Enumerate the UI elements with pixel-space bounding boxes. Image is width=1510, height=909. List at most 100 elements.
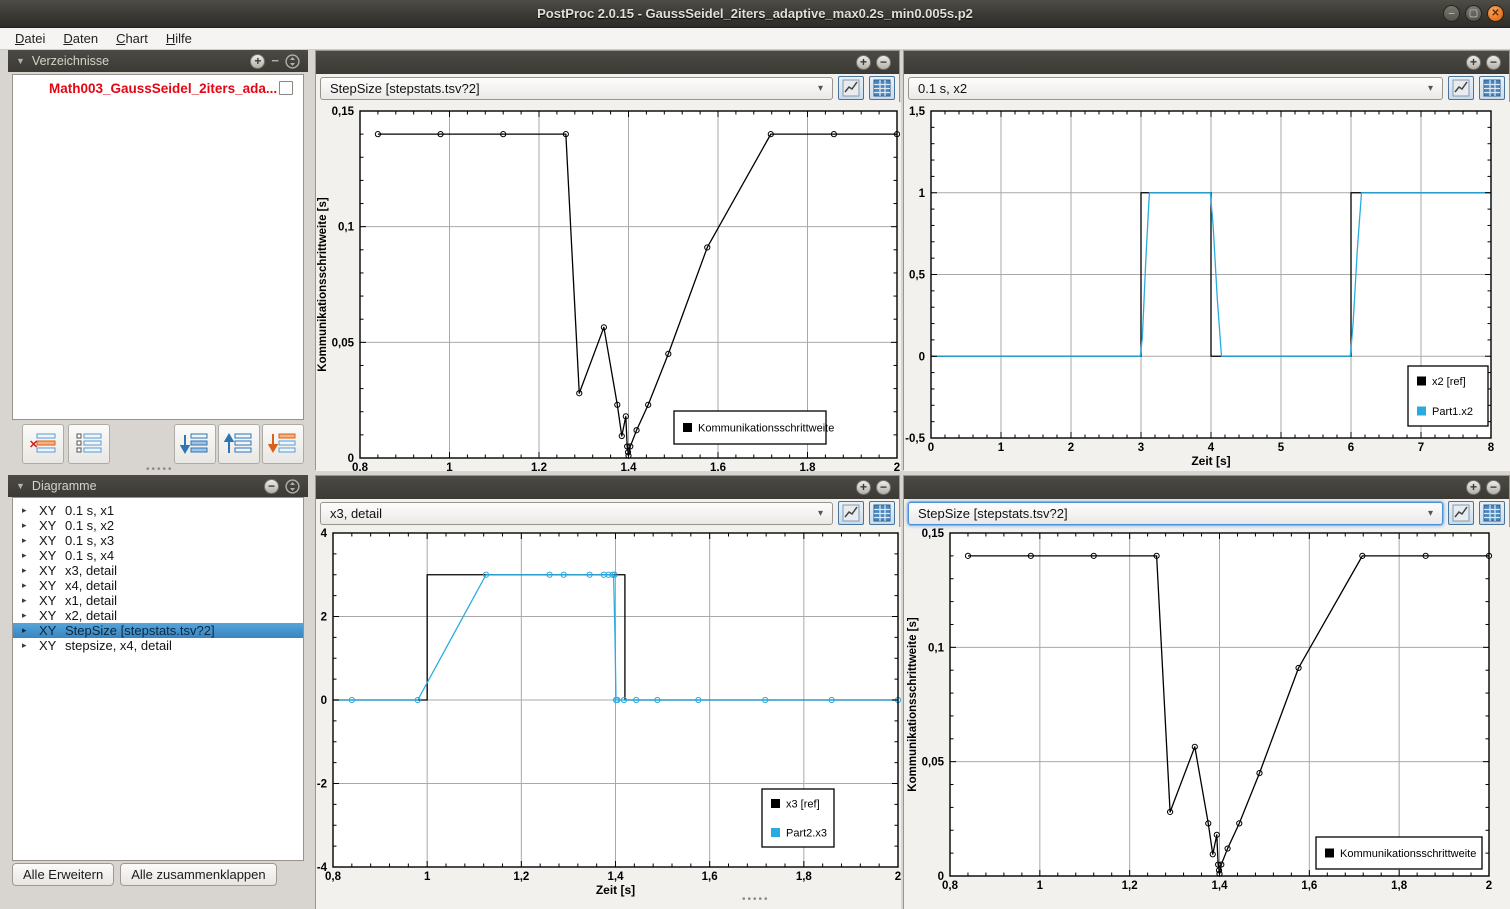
tree-expand-icon[interactable]: ▸	[13, 595, 27, 606]
panel-detach-button[interactable]	[285, 53, 300, 69]
remove-chart-button[interactable]: −	[876, 55, 891, 70]
chart-selector-dropdown[interactable]: x3, detail ▾	[320, 501, 833, 525]
close-button[interactable]: ✕	[1487, 5, 1504, 22]
svg-text:Zeit [s]: Zeit [s]	[596, 883, 635, 897]
diagram-row[interactable]: ▸ XY 0.1 s, x4	[13, 548, 303, 563]
diagram-row[interactable]: ▸ XY 0.1 s, x2	[13, 518, 303, 533]
svg-text:0,5: 0,5	[909, 270, 926, 282]
add-chart-button[interactable]: +	[1466, 480, 1481, 495]
plot-x3[interactable]: 0,8 1 1,2 1,4 1,6 1,8 2 -4 -2 0 2 4 Zeit [s] x3 [ref]…	[316, 527, 901, 909]
svg-text:7: 7	[1418, 442, 1424, 454]
chart-selector-dropdown[interactable]: StepSize [stepstats.tsv?2] ▾	[908, 501, 1443, 525]
svg-text:Kommunikationsschrittweite: Kommunikationsschrittweite	[1340, 848, 1476, 860]
tree-expand-icon[interactable]: ▸	[13, 550, 27, 561]
diagram-row[interactable]: ▸ XY stepsize, x4, detail	[13, 638, 303, 653]
diagram-type: XY	[39, 638, 57, 653]
chart-selector-dropdown[interactable]: 0.1 s, x2 ▾	[908, 76, 1443, 100]
diagram-row[interactable]: ▸ XY x2, detail	[13, 608, 303, 623]
svg-text:1: 1	[998, 442, 1005, 454]
chart-selector-value: 0.1 s, x2	[918, 80, 968, 96]
svg-text:1: 1	[1037, 880, 1044, 892]
add-chart-button[interactable]: +	[856, 480, 871, 495]
add-chart-button[interactable]: +	[856, 55, 871, 70]
chart-splitter-handle[interactable]: •••••	[742, 895, 770, 905]
remove-chart-button[interactable]: −	[876, 480, 891, 495]
remove-chart-button[interactable]: −	[1486, 480, 1501, 495]
chart-view-button[interactable]	[838, 501, 864, 525]
directory-item[interactable]: Math003_GaussSeidel_2iters_ada...	[13, 75, 303, 96]
svg-text:Kommunikationsschrittweite [s]: Kommunikationsschrittweite [s]	[317, 197, 329, 372]
tree-expand-icon[interactable]: ▸	[13, 520, 27, 531]
chart-view-button[interactable]	[838, 76, 864, 100]
menu-datei[interactable]: Datei	[6, 29, 54, 48]
collapse-all-button[interactable]: Alle zusammenklappen	[120, 863, 277, 886]
collapse-all-tree-button[interactable]	[218, 424, 260, 464]
diagram-row[interactable]: ▸ XY x3, detail	[13, 563, 303, 578]
tree-expand-icon[interactable]: ▸	[13, 535, 27, 546]
table-view-button[interactable]	[1479, 76, 1505, 100]
add-chart-button[interactable]: +	[1466, 55, 1481, 70]
plot-x2[interactable]: 0 1 2 3 4 5 6 7 8-0,500,511,5Zeit [s]x2 [ref]Par…	[904, 102, 1510, 471]
menu-daten[interactable]: Daten	[54, 29, 107, 48]
remove-all-button[interactable]	[262, 424, 304, 464]
tree-expand-icon[interactable]: ▸	[13, 640, 27, 651]
chart-view-button[interactable]	[1448, 76, 1474, 100]
menu-chart[interactable]: Chart	[107, 29, 157, 48]
table-view-button[interactable]	[869, 76, 895, 100]
diagram-row[interactable]: ▸ XY 0.1 s, x1	[13, 503, 303, 518]
expand-all-icon	[180, 433, 208, 454]
directory-item-label: Math003_GaussSeidel_2iters_ada...	[49, 81, 278, 96]
tree-expand-icon[interactable]: ▸	[13, 625, 27, 636]
add-directory-button[interactable]: +	[250, 53, 266, 69]
chart-selector-dropdown[interactable]: StepSize [stepstats.tsv?2] ▾	[320, 76, 833, 100]
collapse-triangle-icon[interactable]: ▼	[16, 481, 25, 491]
sidebar-splitter-handle[interactable]: •••••	[146, 465, 174, 475]
expand-all-tree-button[interactable]	[174, 424, 216, 464]
tree-expand-icon[interactable]: ▸	[13, 565, 27, 576]
table-view-button[interactable]	[869, 501, 895, 525]
chart-panel-bottom-left: + − x3, detail ▾ 0,8 1 1,2 1,4 1,6 1,8 2 -4-	[315, 475, 901, 909]
table-view-button[interactable]	[1479, 501, 1505, 525]
collapse-triangle-icon[interactable]: ▼	[16, 56, 25, 66]
tree-expand-icon[interactable]: ▸	[13, 580, 27, 591]
expand-all-button[interactable]: Alle Erweitern	[12, 863, 115, 886]
diagram-row[interactable]: ▸ XY StepSize [stepstats.tsv?2]	[13, 623, 303, 638]
svg-text:-4: -4	[317, 862, 328, 874]
diagrams-panel-header: ▼ Diagramme −	[8, 475, 308, 497]
checklist-button[interactable]	[68, 424, 110, 464]
chart-controls: StepSize [stepstats.tsv?2] ▾	[904, 499, 1509, 527]
plot-stepsize-top[interactable]: 0,8 1 1,2 1,4 1,6 1,8 2 0 0,05 0,1 0,15 Kommunikati…	[316, 102, 901, 471]
titlebar[interactable]: PostProc 2.0.15 - GaussSeidel_2iters_ada…	[0, 0, 1510, 28]
chart-view-button[interactable]	[1448, 501, 1474, 525]
remove-diagram-button[interactable]: −	[264, 478, 279, 494]
svg-text:0: 0	[938, 871, 944, 883]
tree-expand-icon[interactable]: ▸	[13, 505, 27, 516]
window-controls: – ▢ ✕	[1443, 5, 1504, 22]
remove-selected-button[interactable]: ✕	[22, 424, 64, 464]
svg-text:0,05: 0,05	[922, 757, 945, 769]
remove-chart-button[interactable]: −	[1486, 55, 1501, 70]
svg-text:1,2: 1,2	[531, 462, 547, 471]
menu-hilfe[interactable]: Hilfe	[157, 29, 201, 48]
directories-toolbar: ✕	[8, 422, 308, 466]
minimize-button[interactable]: –	[1443, 5, 1460, 22]
svg-text:Part2.x3: Part2.x3	[786, 828, 827, 840]
diagram-row[interactable]: ▸ XY x1, detail	[13, 593, 303, 608]
directory-checkbox[interactable]	[279, 81, 293, 95]
svg-text:0,05: 0,05	[332, 337, 355, 349]
svg-text:1,2: 1,2	[1122, 880, 1138, 892]
svg-text:3: 3	[1138, 442, 1144, 454]
maximize-button[interactable]: ▢	[1465, 5, 1482, 22]
diagram-row[interactable]: ▸ XY 0.1 s, x3	[13, 533, 303, 548]
plus-icon: +	[859, 480, 867, 494]
panel-detach-button[interactable]	[285, 478, 300, 494]
plot-stepsize-bottom[interactable]: 0,8 1 1,2 1,4 1,6 1,8 2 0 0,05 0,1 0,15 Kommunikati…	[904, 527, 1510, 909]
diagram-row[interactable]: ▸ XY x4, detail	[13, 578, 303, 593]
directories-panel-header: ▼ Verzeichnisse + −	[8, 50, 308, 72]
tree-expand-icon[interactable]: ▸	[13, 610, 27, 621]
svg-text:1,4: 1,4	[608, 871, 625, 883]
table-icon	[873, 79, 891, 97]
diagram-label: 0.1 s, x1	[65, 503, 115, 518]
remove-directory-button[interactable]: −	[271, 54, 279, 68]
svg-text:1,4: 1,4	[621, 462, 638, 471]
